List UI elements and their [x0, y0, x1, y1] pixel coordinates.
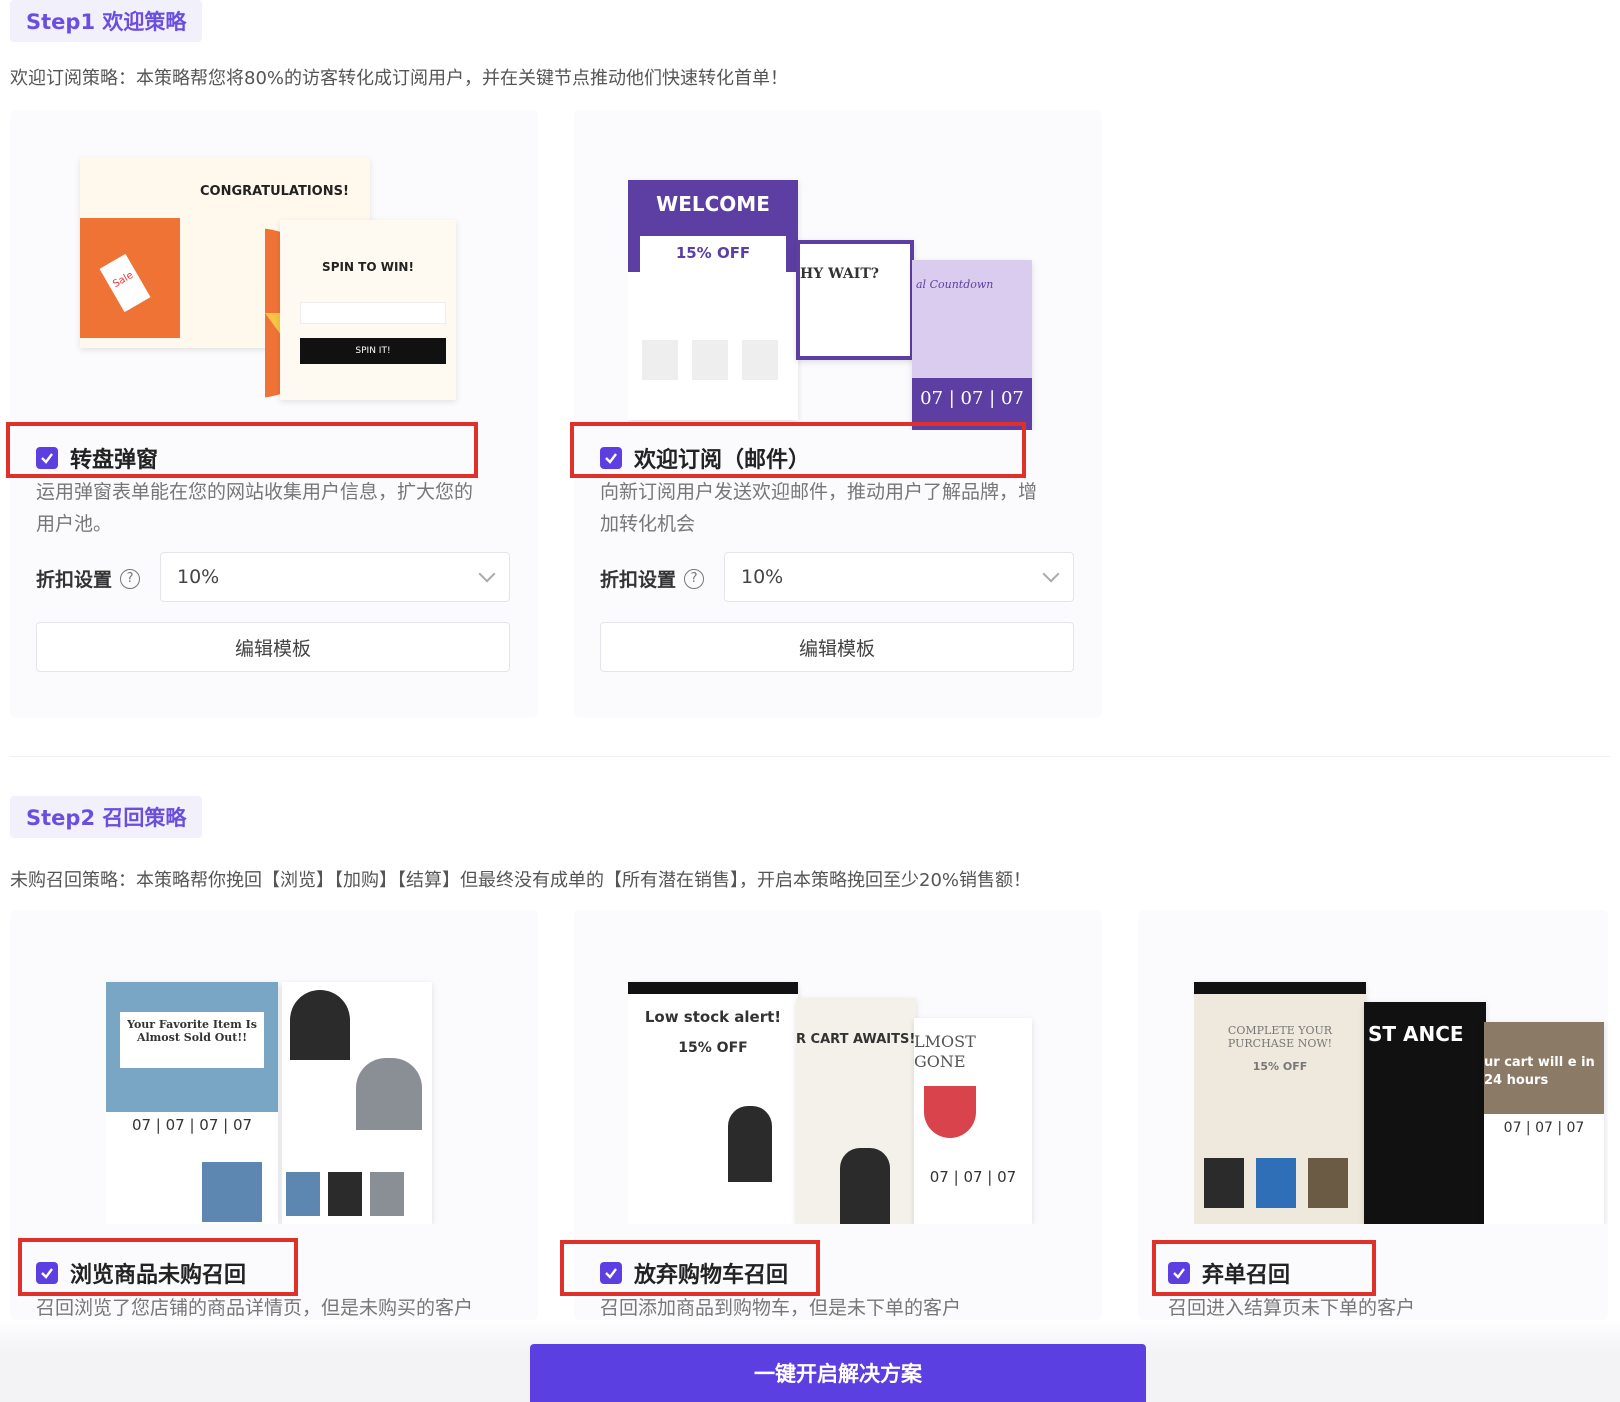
discount-select[interactable]: 10%: [724, 552, 1074, 602]
edit-template-button[interactable]: 编辑模板: [36, 622, 510, 672]
discount-label: 折扣设置 ?: [600, 565, 705, 592]
low-stock-headline: Low stock alert!: [644, 1008, 782, 1026]
option-title: 欢迎订阅（邮件）: [634, 448, 811, 473]
spin-popup-preview: CONGRATULATIONS! Sale SPIN TO WIN! SPIN …: [70, 150, 480, 410]
desc-line: 运用弹窗表单能在您的网站收集用户信息，扩大您的: [36, 481, 474, 503]
discount-value: 10%: [177, 566, 220, 588]
off-text: 15% OFF: [678, 1040, 748, 1056]
countdown-numbers: 07 | 07 | 07: [1503, 1120, 1585, 1136]
card-spin-popup: CONGRATULATIONS! Sale SPIN TO WIN! SPIN …: [6, 110, 538, 718]
option-spin-popup[interactable]: 转盘弹窗: [36, 442, 158, 474]
discount-value: 10%: [741, 566, 784, 588]
congrats-text: CONGRATULATIONS!: [200, 184, 349, 199]
option-description: 向新订阅用户发送欢迎邮件，推动用户了解品牌，增 加转化机会: [600, 476, 1037, 540]
checkbox-checked-icon[interactable]: [36, 447, 58, 469]
option-welcome-email[interactable]: 欢迎订阅（邮件）: [600, 442, 810, 474]
chevron-down-icon: [1042, 565, 1060, 583]
card-cart-recall: Low stock alert! 15% OFF R CART AWAITS! …: [560, 910, 1102, 1320]
cart-will-expire-text: ur cart will e in 24 hours: [1484, 1055, 1595, 1088]
help-icon[interactable]: ?: [120, 568, 141, 589]
step1-tag: Step1 欢迎策略: [10, 0, 203, 42]
off-text: 15% OFF: [1252, 1060, 1308, 1073]
spin-title: SPIN TO WIN!: [322, 260, 414, 274]
edit-template-button[interactable]: 编辑模板: [600, 622, 1074, 672]
card-checkout-recall: COMPLETE YOUR PURCHASE NOW! 15% OFF ST A…: [1138, 910, 1608, 1320]
favorite-headline: Your Favorite Item Is Almost Sold Out!!: [120, 1012, 264, 1068]
checkout-recall-preview: COMPLETE YOUR PURCHASE NOW! 15% OFF ST A…: [1194, 952, 1608, 1224]
step1-description: 欢迎订阅策略：本策略帮您将80%的访客转化成订阅用户，并在关键节点推动他们快速转…: [10, 68, 789, 89]
last-chance-text: ST ANCE: [1368, 1022, 1464, 1046]
step2-tag: Step2 召回策略: [10, 796, 203, 838]
cart-awaits-text: R CART AWAITS!: [796, 1032, 916, 1047]
option-title: 弃单召回: [1202, 1263, 1291, 1288]
almost-gone-text: LMOST GONE: [914, 1032, 976, 1071]
discount-select[interactable]: 10%: [160, 552, 510, 602]
card-browse-recall: Your Favorite Item Is Almost Sold Out!! …: [10, 910, 538, 1320]
option-title: 转盘弹窗: [70, 448, 159, 473]
checkbox-checked-icon[interactable]: [36, 1262, 58, 1284]
cart-recall-preview: Low stock alert! 15% OFF R CART AWAITS! …: [628, 952, 1048, 1224]
desc-line: 向新订阅用户发送欢迎邮件，推动用户了解品牌，增: [600, 481, 1038, 503]
option-cart-recall[interactable]: 放弃购物车召回: [600, 1257, 788, 1289]
enable-solution-button[interactable]: 一键开启解决方案: [530, 1344, 1146, 1402]
discount-label-text: 折扣设置: [600, 569, 677, 591]
why-wait-text: HY WAIT?: [800, 266, 879, 282]
countdown-numbers: 07 | 07 | 07: [920, 388, 1024, 409]
desc-line: 用户池。: [36, 513, 113, 535]
discount-label: 折扣设置 ?: [36, 565, 141, 592]
card-welcome-email: WELCOME 15% OFF HY WAIT? al Countdown 07…: [570, 110, 1102, 718]
option-checkout-recall[interactable]: 弃单召回: [1168, 1257, 1290, 1289]
discount-label-text: 折扣设置: [36, 569, 113, 591]
countdown-numbers: 07 | 07 | 07: [929, 1168, 1017, 1186]
step2-description: 未购召回策略：本策略帮你挽回【浏览】【加购】【结算】但最终没有成单的【所有潜在销…: [10, 870, 1032, 891]
complete-purchase-text: COMPLETE YOUR PURCHASE NOW!: [1227, 1024, 1333, 1050]
checkbox-checked-icon[interactable]: [600, 1262, 622, 1284]
welcome-email-preview: WELCOME 15% OFF HY WAIT? al Countdown 07…: [628, 150, 1048, 430]
browse-recall-preview: Your Favorite Item Is Almost Sold Out!! …: [106, 952, 446, 1224]
checkbox-checked-icon[interactable]: [1168, 1262, 1190, 1284]
desc-line: 加转化机会: [600, 513, 696, 535]
help-icon[interactable]: ?: [684, 568, 705, 589]
section-divider: [10, 756, 1610, 757]
option-browse-recall[interactable]: 浏览商品未购召回: [36, 1257, 246, 1289]
welcome-text: WELCOME: [656, 192, 770, 216]
checkbox-checked-icon[interactable]: [600, 447, 622, 469]
countdown-text: al Countdown: [916, 278, 994, 291]
chevron-down-icon: [478, 565, 496, 583]
off-text: 15% OFF: [675, 244, 751, 262]
countdown-numbers: 07 | 07 | 07 | 07: [131, 1116, 253, 1134]
option-title: 放弃购物车召回: [634, 1263, 789, 1288]
option-description: 运用弹窗表单能在您的网站收集用户信息，扩大您的 用户池。: [36, 476, 473, 540]
option-title: 浏览商品未购召回: [70, 1263, 247, 1288]
spin-button-preview: SPIN IT!: [300, 338, 446, 364]
